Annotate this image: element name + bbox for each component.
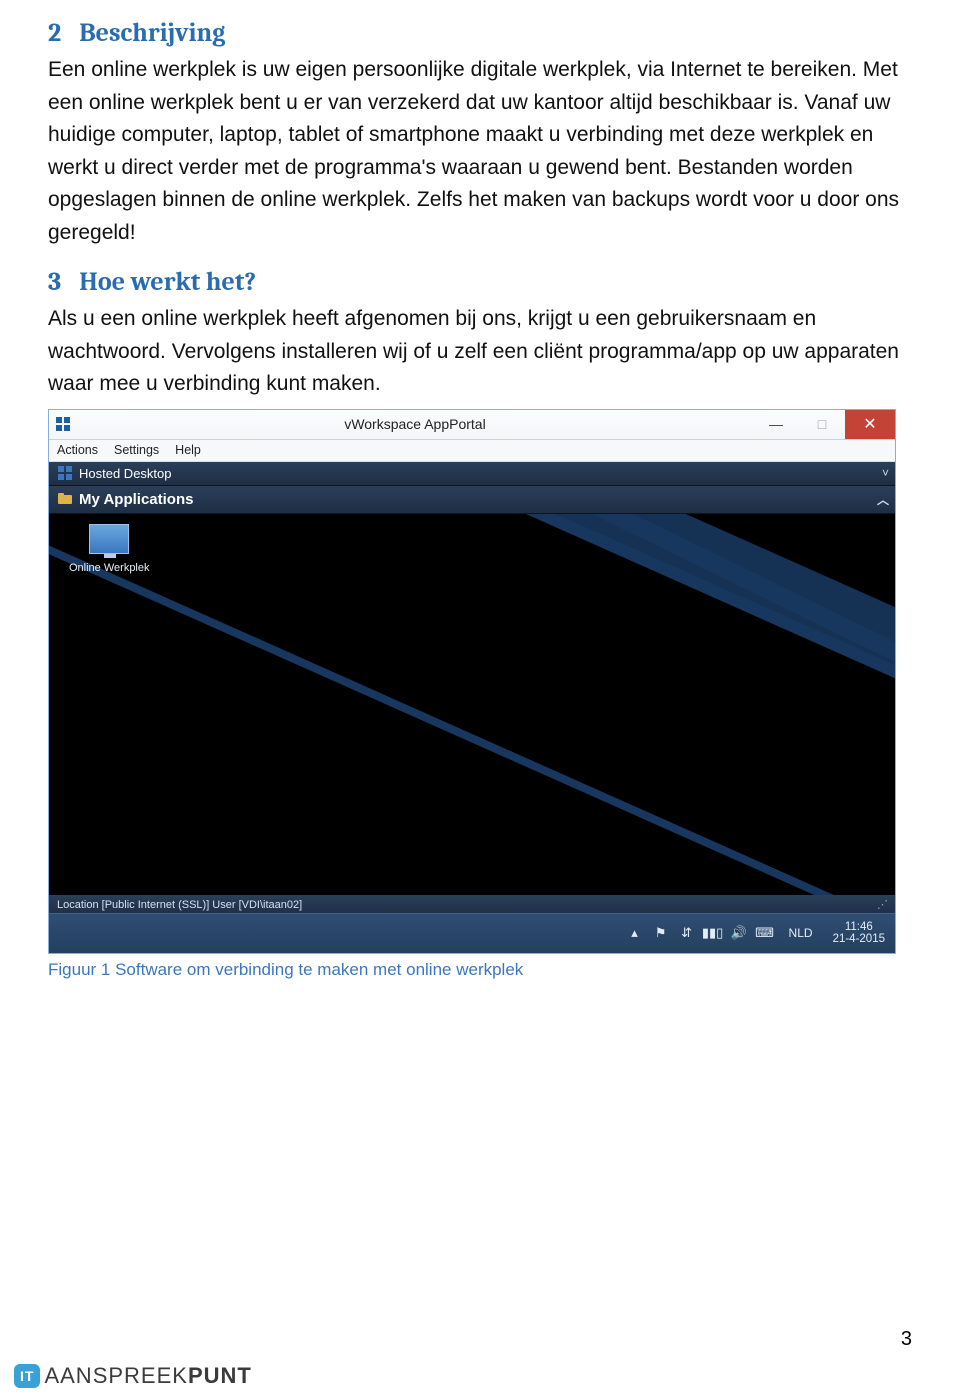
window-title: vWorkspace AppPortal [77,416,753,432]
band-hosted-label: Hosted Desktop [79,466,172,481]
heading-title: Beschrijving [79,18,225,48]
clock[interactable]: 11:46 21-4-2015 [829,921,889,945]
chevron-down-icon: ˅ [882,466,887,480]
footer-logo: IT AANSPREEKPUNT [14,1363,252,1389]
status-text: Location [Public Internet (SSL)] User [V… [57,899,302,911]
section-2-body: Een online werkplek is uw eigen persoonl… [48,54,912,249]
title-bar[interactable]: vWorkspace AppPortal — □ ✕ [49,410,895,440]
app-window: vWorkspace AppPortal — □ ✕ Actions Setti… [49,410,895,915]
menu-help[interactable]: Help [175,443,201,457]
monitor-icon [89,524,129,554]
status-bar: Location [Public Internet (SSL)] User [V… [49,895,895,915]
folder-icon [57,491,73,507]
app-tile-label: Online Werkplek [69,562,150,574]
app-tile-online-werkplek[interactable]: Online Werkplek [69,524,150,574]
heading-section-2: 2 Beschrijving [48,18,912,48]
app-icon [55,416,71,432]
heading-title: Hoe werkt het? [79,267,256,297]
heading-number: 2 [48,18,61,48]
logo-wordmark: AANSPREEKPUNT [44,1363,251,1389]
page-number: 3 [901,1328,912,1351]
logo-word-bold: PUNT [188,1363,252,1388]
clock-date: 21-4-2015 [833,933,885,945]
figure-1-screenshot: vWorkspace AppPortal — □ ✕ Actions Setti… [48,409,896,954]
language-indicator[interactable]: NLD [783,926,819,940]
menu-actions[interactable]: Actions [57,443,98,457]
logo-word-light: AANSPREEK [44,1363,188,1388]
heading-number: 3 [48,267,61,297]
tray-overflow-icon[interactable]: ▴ [627,925,643,941]
figure-caption: Figuur 1 Software om verbinding te maken… [48,960,912,980]
close-button[interactable]: ✕ [845,410,895,439]
window-buttons: — □ ✕ [753,410,895,439]
hosted-desktop-icon [57,465,73,481]
minimize-button[interactable]: — [753,410,799,439]
band-hosted-desktop[interactable]: Hosted Desktop ˅ [49,462,895,486]
device-icon[interactable]: ⇵ [679,925,695,941]
taskbar: ▴ ⚑ ⇵ ▮▮▯ 🔊 ⌨ NLD 11:46 21-4-2015 [49,913,895,953]
menu-settings[interactable]: Settings [114,443,159,457]
section-3-body: Als u een online werkplek heeft afgenome… [48,303,912,401]
resize-grip-icon[interactable]: ⋰ [877,898,887,911]
action-center-flag-icon[interactable]: ⚑ [653,925,669,941]
band-my-applications[interactable]: My Applications ︿ [49,486,895,514]
keyboard-icon[interactable]: ⌨ [757,925,773,941]
clock-time: 11:46 [833,921,885,933]
volume-icon[interactable]: 🔊 [731,925,747,941]
chevron-up-icon: ︿ [877,491,887,508]
band-apps-label: My Applications [79,491,193,508]
heading-section-3: 3 Hoe werkt het? [48,267,912,297]
menu-bar: Actions Settings Help [49,440,895,462]
network-signal-icon[interactable]: ▮▮▯ [705,925,721,941]
logo-badge: IT [14,1364,40,1388]
system-tray: ▴ ⚑ ⇵ ▮▮▯ 🔊 ⌨ NLD 11:46 21-4-2015 [627,921,895,945]
maximize-button[interactable]: □ [799,410,845,439]
app-canvas: Online Werkplek [49,514,895,895]
